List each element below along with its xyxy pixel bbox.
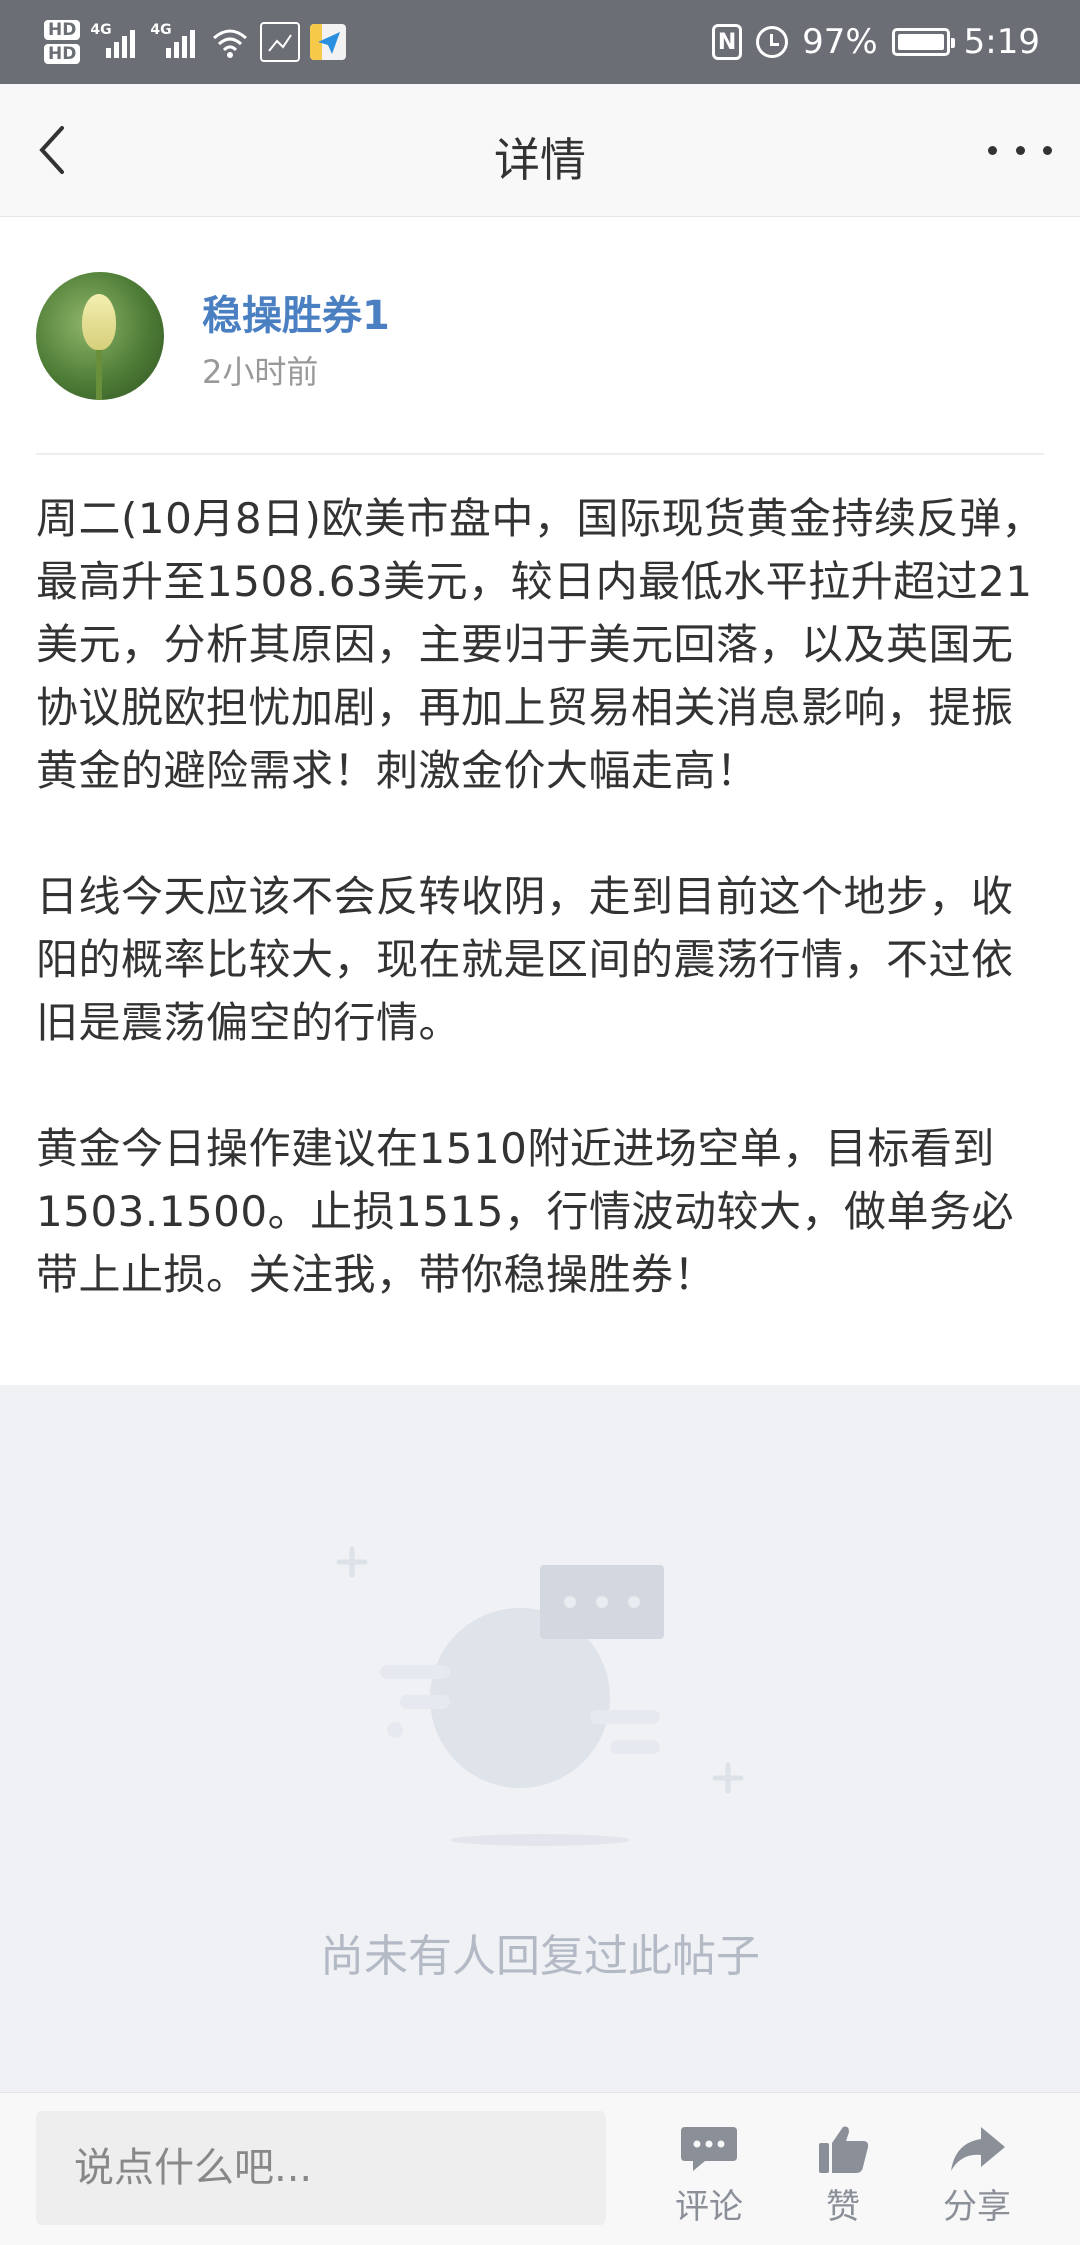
- nfc-icon: N: [712, 24, 743, 60]
- post-time: 2小时前: [202, 353, 319, 391]
- network-type-1: 4G: [90, 22, 112, 38]
- comment-button[interactable]: 评论: [654, 2123, 764, 2228]
- post-content: 周二(10月8日)欧美市盘中，国际现货黄金持续反弹，最高升至1508.63美元，…: [36, 487, 1050, 1369]
- post-header: 稳操胜券1 2小时前: [0, 217, 1080, 457]
- network-type-2: 4G: [150, 22, 172, 38]
- signal-icon-2: 4G: [150, 22, 200, 62]
- page-title: 详情: [494, 133, 586, 187]
- status-right: N 97% 5:19: [712, 14, 1040, 70]
- author-name[interactable]: 稳操胜券1: [202, 283, 390, 341]
- like-label: 赞: [826, 2187, 860, 2227]
- post-paragraph: 周二(10月8日)欧美市盘中，国际现货黄金持续反弹，最高升至1508.63美元，…: [36, 494, 1044, 795]
- status-bar: HD HD 4G 4G N 97% 5:19: [0, 0, 1080, 84]
- status-time: 5:19: [963, 22, 1040, 62]
- hd2-label: HD: [44, 44, 81, 64]
- app-notification-icon: [310, 24, 347, 60]
- hd-indicator: HD HD: [44, 20, 81, 64]
- comment-icon: [679, 2123, 739, 2175]
- more-dot: [1015, 145, 1025, 155]
- thumbs-up-icon: [813, 2123, 873, 2175]
- alarm-icon: [756, 26, 789, 58]
- more-dot: [1043, 145, 1052, 155]
- battery-percent: 97%: [802, 22, 878, 62]
- wifi-icon: [210, 22, 250, 62]
- nav-bar: 详情: [0, 84, 1080, 217]
- more-dot: [988, 145, 997, 155]
- empty-replies-area: 尚未有人回复过此帖子: [0, 1385, 1080, 2092]
- battery-icon: [891, 28, 955, 56]
- comment-label: 评论: [675, 2187, 743, 2227]
- notification-icon: [260, 22, 301, 62]
- empty-chat-illustration-icon: [336, 1546, 744, 1846]
- empty-state-text: 尚未有人回复过此帖子: [320, 1931, 760, 1982]
- comment-input[interactable]: 说点什么吧...: [36, 2111, 606, 2225]
- avatar[interactable]: [36, 272, 164, 400]
- post-paragraph: 黄金今日操作建议在1510附近进场空单，目标看到1503.1500。止损1515…: [36, 1124, 1015, 1299]
- share-arrow-icon: [947, 2123, 1007, 2175]
- share-label: 分享: [943, 2187, 1011, 2227]
- status-left: HD HD 4G 4G: [44, 14, 347, 70]
- bottom-action-bar: 说点什么吧... 评论 赞 分享: [0, 2092, 1080, 2245]
- divider: [36, 453, 1044, 455]
- signal-icon: 4G: [90, 22, 140, 62]
- share-button[interactable]: 分享: [922, 2123, 1032, 2228]
- more-button[interactable]: [988, 128, 1052, 172]
- like-button[interactable]: 赞: [788, 2123, 898, 2228]
- hd1-label: HD: [44, 20, 81, 40]
- post-paragraph: 日线今天应该不会反转收阴，走到目前这个地步，收阳的概率比较大，现在就是区间的震荡…: [36, 872, 1014, 1047]
